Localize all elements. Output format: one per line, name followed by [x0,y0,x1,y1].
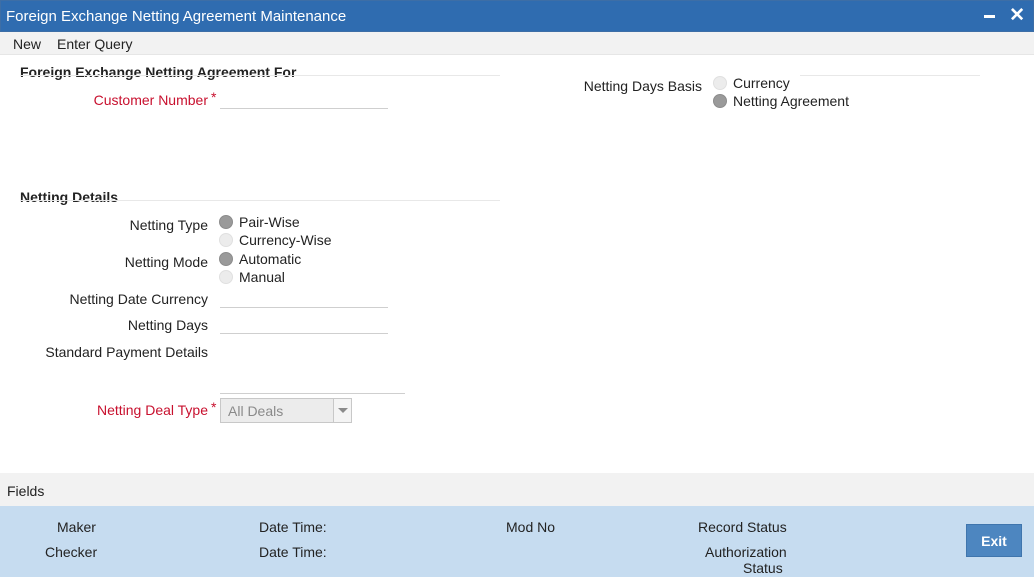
netting-deal-type-select[interactable]: All Deals [220,398,352,423]
authorization-label: Authorization [705,544,787,560]
menu-enter-query[interactable]: Enter Query [57,36,132,52]
netting-date-currency-label: Netting Date Currency [69,291,208,307]
netting-details-title: Netting Details [20,189,119,205]
radio-manual-label: Manual [239,269,285,285]
chevron-down-icon[interactable] [333,399,351,422]
radio-netting-agreement[interactable] [713,94,727,108]
customer-number-input[interactable] [220,89,388,109]
close-icon[interactable]: ✕ [1009,5,1025,27]
exit-button[interactable]: Exit [966,524,1022,557]
maker-date-time-label: Date Time: [259,519,327,535]
checker-label: Checker [45,544,98,560]
netting-days-label: Netting Days [127,317,208,333]
netting-deal-type-label: Netting Deal Type [96,402,208,418]
radio-automatic-label: Automatic [239,251,302,267]
standard-payment-details-label: Standard Payment Details [45,344,208,360]
radio-currency-label: Currency [733,75,790,91]
radio-currency[interactable] [713,76,727,90]
menu-bar: New Enter Query [0,32,1034,55]
authorization-status-label: Status [743,560,783,576]
netting-type-label: Netting Type [129,217,208,233]
radio-pair-wise[interactable] [219,215,233,229]
netting-days-input[interactable] [220,314,388,334]
mod-no-label: Mod No [506,519,556,535]
audit-footer: Maker Checker Date Time: Date Time: Mod … [0,506,1034,577]
radio-pair-wise-label: Pair-Wise [239,214,300,230]
maker-label: Maker [57,519,96,535]
required-marker: * [211,399,217,415]
section-divider [20,75,500,76]
netting-days-basis-label: Netting Days Basis [583,78,702,94]
section-divider [20,200,500,201]
radio-manual[interactable] [219,270,233,284]
fields-link[interactable]: Fields [7,483,44,499]
radio-currency-wise[interactable] [219,233,233,247]
minimize-icon[interactable] [984,15,995,18]
customer-number-label: Customer Number [93,92,208,108]
window-titlebar: Foreign Exchange Netting Agreement Maint… [0,0,1034,32]
menu-new[interactable]: New [13,36,41,52]
netting-date-currency-input[interactable] [220,288,388,308]
netting-deal-type-value: All Deals [228,403,284,419]
required-marker: * [211,89,217,105]
fields-bar: Fields [0,473,1034,506]
agreement-section-title: Foreign Exchange Netting Agreement For [20,64,297,80]
record-status-label: Record Status [698,519,787,535]
radio-currency-wise-label: Currency-Wise [239,232,332,248]
window-title: Foreign Exchange Netting Agreement Maint… [6,8,347,25]
standard-payment-details-input[interactable] [220,374,405,394]
radio-automatic[interactable] [219,252,233,266]
section-divider [800,75,980,76]
checker-date-time-label: Date Time: [259,544,327,560]
radio-netting-agreement-label: Netting Agreement [733,93,849,109]
netting-mode-label: Netting Mode [124,254,208,270]
